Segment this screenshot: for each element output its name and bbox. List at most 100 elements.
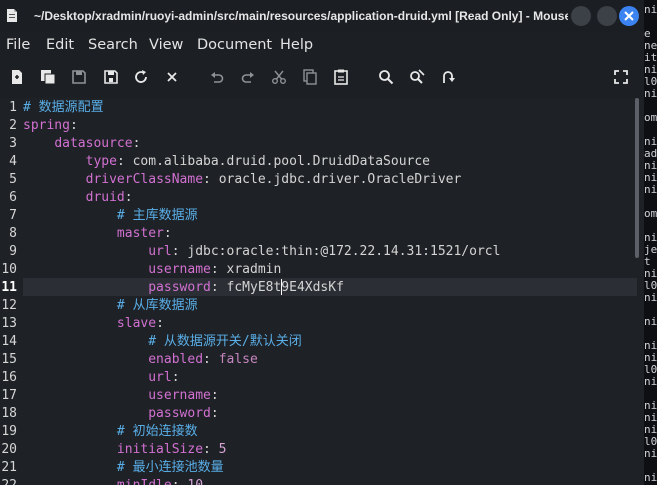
code-line: driverClassName: oracle.jdbc.driver.Orac… bbox=[23, 171, 462, 189]
yaml-separator: : bbox=[69, 118, 78, 133]
fullscreen-button[interactable] bbox=[612, 68, 630, 86]
yaml-comment: # 主库数据源 bbox=[116, 208, 198, 223]
toolbar bbox=[0, 62, 644, 92]
terminal-text: ni bbox=[644, 87, 657, 100]
search-icon bbox=[379, 70, 394, 85]
close-document-button[interactable] bbox=[163, 68, 181, 86]
new-window-button[interactable] bbox=[39, 68, 57, 86]
line-number: 8 bbox=[9, 226, 17, 241]
line-number: 4 bbox=[9, 154, 17, 169]
menu-search[interactable]: Search bbox=[88, 36, 138, 54]
save-button[interactable] bbox=[70, 68, 88, 86]
line-number: 9 bbox=[9, 244, 17, 259]
save-icon bbox=[72, 70, 86, 84]
yaml-number: 10 bbox=[187, 478, 203, 485]
line-number: 5 bbox=[9, 172, 17, 187]
paste-button[interactable] bbox=[332, 68, 350, 86]
redo-button[interactable] bbox=[239, 68, 257, 86]
copy-icon bbox=[303, 69, 317, 85]
maximize-button[interactable] bbox=[597, 6, 617, 26]
minimize-button[interactable] bbox=[571, 6, 591, 26]
reload-button[interactable] bbox=[132, 68, 150, 86]
save-as-button[interactable] bbox=[102, 68, 120, 86]
line-number: 16 bbox=[1, 370, 17, 385]
line-number: 10 bbox=[1, 262, 17, 277]
yaml-key: type bbox=[85, 154, 117, 169]
menu-file[interactable]: File bbox=[6, 36, 30, 54]
code-content[interactable]: # 数据源配置 spring: datasource: type: com.ali… bbox=[23, 98, 637, 485]
yaml-key: slave bbox=[116, 316, 157, 331]
line-number: 2 bbox=[9, 118, 17, 133]
line-number: 15 bbox=[1, 352, 17, 367]
new-document-icon bbox=[12, 70, 22, 84]
code-line: # 从库数据源 bbox=[23, 297, 198, 315]
yaml-separator: : bbox=[163, 226, 172, 241]
terminal-text: ni bbox=[644, 291, 657, 304]
close-window-button[interactable] bbox=[619, 6, 639, 26]
yaml-key: druid bbox=[85, 190, 125, 205]
cut-button[interactable] bbox=[270, 68, 288, 86]
title-bar[interactable]: ~/Desktop/xradmin/ruoyi-admin/src/main/r… bbox=[0, 0, 644, 32]
yaml-separator: : bbox=[203, 172, 219, 187]
code-line: datasource: bbox=[23, 135, 140, 153]
find-replace-button[interactable] bbox=[408, 68, 426, 86]
line-number: 21 bbox=[1, 460, 17, 475]
undo-button[interactable] bbox=[208, 68, 226, 86]
find-button[interactable] bbox=[377, 68, 395, 86]
menu-document[interactable]: Document bbox=[197, 36, 272, 54]
code-line: password: bbox=[23, 405, 219, 423]
code-line: master: bbox=[23, 225, 172, 243]
yaml-separator: : bbox=[210, 406, 219, 421]
fullscreen-icon bbox=[614, 70, 628, 84]
code-line: # 从数据源开关/默认关闭 bbox=[23, 333, 301, 351]
go-to-line-button[interactable] bbox=[438, 68, 456, 86]
yaml-comment: # 从库数据源 bbox=[116, 298, 198, 313]
yaml-key: enabled bbox=[148, 352, 204, 367]
menu-bar: File Edit Search View Document Help bbox=[0, 32, 644, 58]
terminal-text: om bbox=[644, 111, 657, 124]
line-number: 3 bbox=[9, 136, 17, 151]
copy-button[interactable] bbox=[301, 68, 319, 86]
code-line: slave: bbox=[23, 315, 164, 333]
mousepad-window: ~/Desktop/xradmin/ruoyi-admin/src/main/r… bbox=[0, 0, 644, 485]
jump-icon bbox=[443, 71, 455, 83]
clipboard-icon bbox=[334, 69, 348, 85]
redo-icon bbox=[241, 72, 254, 83]
code-line: username: bbox=[23, 387, 219, 405]
line-number: 12 bbox=[1, 298, 17, 313]
code-line: type: com.alibaba.druid.pool.DruidDataSo… bbox=[23, 153, 430, 171]
yaml-separator: : bbox=[210, 388, 219, 403]
vertical-scrollbar[interactable] bbox=[635, 98, 639, 258]
line-number: 6 bbox=[9, 190, 17, 205]
line-number: 19 bbox=[1, 424, 17, 439]
yaml-separator: : bbox=[203, 352, 219, 367]
yaml-boolean: false bbox=[218, 352, 258, 367]
line-number-gutter: 12345678910111213141516171819202122 bbox=[0, 98, 22, 485]
code-line: url: bbox=[23, 369, 179, 387]
background-terminal-edge: ni e ne it ni l0 ni om ni ad ni ni ni om ni je t ni l0 ni ni… bbox=[644, 0, 657, 485]
line-number: 18 bbox=[1, 406, 17, 421]
yaml-comment: # 最小连接池数量 bbox=[116, 460, 224, 475]
yaml-key: username bbox=[148, 262, 211, 277]
menu-edit[interactable]: Edit bbox=[46, 36, 74, 54]
reload-icon bbox=[135, 70, 147, 83]
new-document-button[interactable] bbox=[8, 68, 26, 86]
text-editor-area[interactable]: 12345678910111213141516171819202122 # 数据… bbox=[0, 98, 644, 485]
yaml-key: url bbox=[148, 244, 172, 259]
menu-view[interactable]: View bbox=[149, 36, 183, 54]
yaml-value: oracle.jdbc.driver.OracleDriver bbox=[218, 172, 462, 187]
menu-help[interactable]: Help bbox=[280, 36, 313, 54]
yaml-key: spring bbox=[23, 118, 70, 133]
yaml-key: master bbox=[116, 226, 164, 241]
